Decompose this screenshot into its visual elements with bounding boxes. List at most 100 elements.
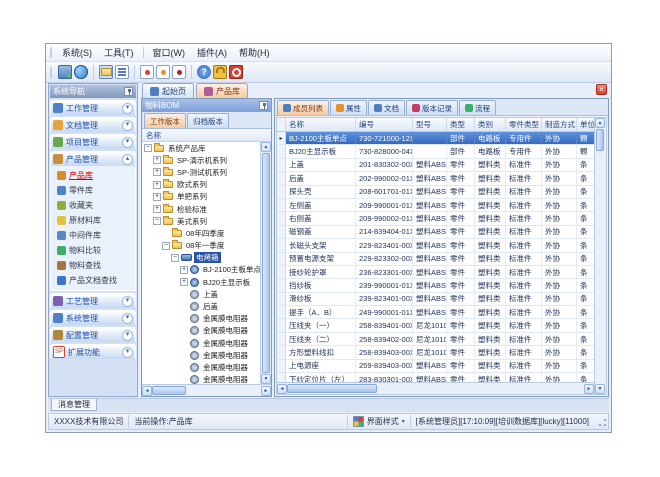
sidebar-item-收藏夹[interactable]: 收藏夹 <box>57 199 134 212</box>
chevron-down-icon[interactable] <box>122 137 133 148</box>
tree-node-系统产品库[interactable]: 系统产品库 <box>142 142 271 154</box>
tab-流程[interactable]: 流程 <box>459 100 496 115</box>
chevron-down-icon[interactable] <box>122 120 133 131</box>
expander-minus-icon[interactable] <box>162 242 170 250</box>
column-header-类型[interactable]: 类型 <box>447 118 475 131</box>
chevron-down-icon[interactable] <box>122 103 133 114</box>
scroll-right-icon[interactable]: ► <box>584 384 594 394</box>
tab-归档版本[interactable]: 归档版本 <box>187 113 229 128</box>
menu-item[interactable]: 系统(S) <box>56 45 98 60</box>
column-header-型号[interactable]: 型号 <box>413 118 447 131</box>
expander-minus-icon[interactable] <box>153 217 161 225</box>
column-header-零件类型[interactable]: 零件类型 <box>506 118 542 131</box>
scrollbar-thumb[interactable] <box>596 129 604 151</box>
table-row[interactable]: 上电源座259-839403-00X塑料ABS零件塑料类标准件外协条 <box>277 360 594 373</box>
tree-node-电烤箱[interactable]: 电烤箱 <box>142 252 271 264</box>
sidebar-group-扩展功能[interactable]: SP扩展功能 <box>50 344 136 359</box>
sidebar-group-项目管理[interactable]: 项目管理 <box>50 134 136 149</box>
toolbar-grip[interactable] <box>50 67 52 78</box>
scrollbar-thumb[interactable] <box>262 153 270 373</box>
tree-node-BJ-2100主板单点[interactable]: BJ-2100主板单点 <box>142 264 271 276</box>
menu-item[interactable]: 工具(T) <box>98 45 140 60</box>
table-row[interactable]: 挡纱板239-990001-01X塑料ABS零件塑料类标准件外协条 <box>277 279 594 292</box>
tab-成员列表[interactable]: 成员列表 <box>277 100 329 115</box>
tree-node-SP-测试机系列[interactable]: SP-测试机系列 <box>142 166 271 178</box>
expander-plus-icon[interactable] <box>153 193 161 201</box>
interface-style-chooser[interactable]: 界面样式 <box>348 415 411 428</box>
globe-icon[interactable] <box>74 65 88 79</box>
tree-node-金属膜电阻器[interactable]: 金属膜电阻器 <box>142 374 271 384</box>
sidebar-group-系统管理[interactable]: 系统管理 <box>50 310 136 325</box>
tree-node-欧式系列[interactable]: 欧式系列 <box>142 179 271 191</box>
table-row[interactable]: 左侧盖209-990001-01X塑料ABS零件塑料类标准件外协条 <box>277 199 594 212</box>
expander-plus-icon[interactable] <box>153 181 161 189</box>
grid-vertical-scrollbar[interactable]: ▲ ▼ <box>594 118 606 394</box>
table-row[interactable]: 方形塑料线扣258-839403-00X尼龙1010零件塑料类标准件外协条 <box>277 346 594 359</box>
tree-node-上盖[interactable]: 上盖 <box>142 288 271 300</box>
scroll-down-icon[interactable]: ▼ <box>261 374 271 384</box>
tree-node-BJ20主显示板[interactable]: BJ20主显示板 <box>142 276 271 288</box>
expander-plus-icon[interactable] <box>153 205 161 213</box>
tree-node-金属膜电阻器[interactable]: 金属膜电阻器 <box>142 325 271 337</box>
sidebar-item-产品库[interactable]: 产品库 <box>57 169 134 182</box>
tree-node-检验标准[interactable]: 检验标准 <box>142 203 271 215</box>
tree-horizontal-scrollbar[interactable]: ◄ ► <box>142 384 271 396</box>
scroll-left-icon[interactable]: ◄ <box>142 386 152 396</box>
resize-grip[interactable] <box>596 415 608 428</box>
tab-工作版本[interactable]: 工作版本 <box>144 113 186 128</box>
table-row[interactable]: BJ20主显示板730-828000-04X部件电路板专用件外协颗 <box>277 145 594 158</box>
table-row[interactable]: 探头壳208-601701-01X塑料ABS零件塑料类标准件外协条 <box>277 186 594 199</box>
tree-node-08年一季度[interactable]: 08年一季度 <box>142 240 271 252</box>
tab-属性[interactable]: 属性 <box>330 100 367 115</box>
sidebar-group-配置管理[interactable]: 配置管理 <box>50 327 136 342</box>
chevron-up-icon[interactable] <box>122 154 133 165</box>
tree-node-SP-演示机系列[interactable]: SP-演示机系列 <box>142 154 271 166</box>
tab-message-management[interactable]: 消息管理 <box>51 399 97 411</box>
chevron-down-icon[interactable] <box>122 296 133 307</box>
tree-node-金属膜电阻器[interactable]: 金属膜电阻器 <box>142 313 271 325</box>
menu-item[interactable]: 帮助(H) <box>233 45 276 60</box>
tree-column-header[interactable]: 名称 <box>142 129 271 142</box>
expander-plus-icon[interactable] <box>153 156 161 164</box>
help-icon[interactable] <box>197 65 211 79</box>
scroll-up-icon[interactable]: ▲ <box>261 142 271 152</box>
sidebar-item-中间件库[interactable]: 中间件库 <box>57 229 134 242</box>
column-header-编号[interactable]: 编号 <box>356 118 413 131</box>
chevron-down-icon[interactable] <box>122 313 133 324</box>
table-row[interactable]: 提手（A．B）249-990001-01X塑料ABS零件塑料类标准件外协条 <box>277 306 594 319</box>
column-header-制造方式[interactable]: 制造方式 <box>542 118 577 131</box>
pin-icon[interactable] <box>259 101 268 110</box>
tab-产品库[interactable]: 产品库 <box>196 83 248 98</box>
menu-item[interactable]: 窗口(W) <box>147 45 192 60</box>
table-row[interactable]: 后盖202-990002-01X塑料ABS零件塑料类标准件外协条 <box>277 172 594 185</box>
computer-icon[interactable] <box>58 65 72 79</box>
expander-plus-icon[interactable] <box>180 278 188 286</box>
expander-minus-icon[interactable] <box>171 254 179 262</box>
table-row[interactable]: 预置电源支架229-823302-00X塑料ABS零件塑料类标准件外协条 <box>277 253 594 266</box>
grid-horizontal-scrollbar[interactable]: ◄ ► <box>277 382 594 394</box>
sidebar-item-零件库[interactable]: 零件库 <box>57 184 134 197</box>
report-chart-icon[interactable] <box>115 65 129 79</box>
exit-icon[interactable] <box>229 65 243 79</box>
scroll-up-icon[interactable]: ▲ <box>595 118 605 128</box>
table-row[interactable]: 长磁头支架229-823401-00X塑料ABS零件塑料类标准件外协条 <box>277 239 594 252</box>
sidebar-group-产品管理[interactable]: 产品管理 <box>50 151 136 166</box>
tree-node-后盖[interactable]: 后盖 <box>142 300 271 312</box>
table-row[interactable]: 下纱定位片（左）283-830301-00X塑料ABS零件塑料类标准件外协条 <box>277 373 594 382</box>
chevron-down-icon[interactable] <box>122 330 133 341</box>
table-row[interactable]: 磁钢盖214-839404-01X塑料ABS零件塑料类标准件外协条 <box>277 226 594 239</box>
sidebar-item-物料比较[interactable]: 物料比较 <box>57 244 134 257</box>
doc-new-icon[interactable] <box>140 65 154 79</box>
table-row[interactable]: BJ-2100主板单点730-721000-12X部件电路板专用件外协颗 <box>277 132 594 145</box>
sidebar-item-物料查找[interactable]: 物料查找 <box>57 259 134 272</box>
tree-node-金属膜电阻器[interactable]: 金属膜电阻器 <box>142 337 271 349</box>
tree-node-金属膜电阻器[interactable]: 金属膜电阻器 <box>142 361 271 373</box>
expander-plus-icon[interactable] <box>153 168 161 176</box>
table-row[interactable]: 上盖201-830302-00X塑料ABS零件塑料类标准件外协条 <box>277 159 594 172</box>
pin-icon[interactable] <box>124 87 133 96</box>
scroll-right-icon[interactable]: ► <box>261 386 271 396</box>
tab-版本记录[interactable]: 版本记录 <box>406 100 458 115</box>
scroll-down-icon[interactable]: ▼ <box>595 384 605 394</box>
tree-node-美式系列[interactable]: 美式系列 <box>142 215 271 227</box>
scroll-left-icon[interactable]: ◄ <box>277 384 287 394</box>
